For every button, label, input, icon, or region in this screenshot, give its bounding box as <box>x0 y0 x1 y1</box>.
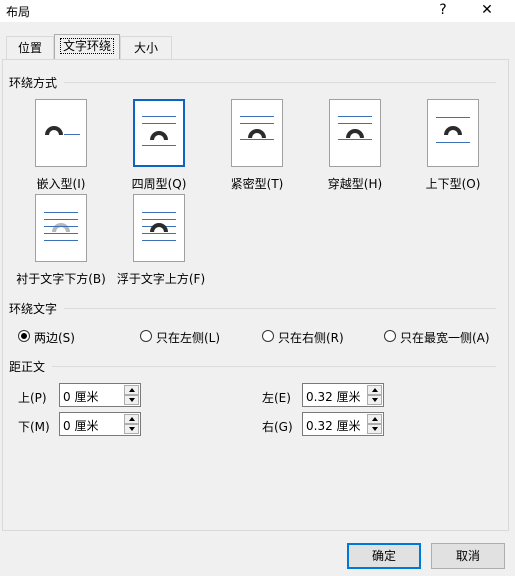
radio-left-only-label: 只在左侧(L) <box>156 331 221 345</box>
distance-top-value[interactable]: 0 厘米 <box>63 388 98 405</box>
wrap-option-top-bottom-label: 上下型(O) <box>425 177 481 191</box>
cancel-button[interactable]: 取消 <box>431 543 505 569</box>
close-icon: ✕ <box>481 2 493 18</box>
wrap-through-icon <box>329 99 381 167</box>
wrap-option-top-bottom[interactable] <box>427 99 479 167</box>
radio-left-only[interactable] <box>140 330 152 342</box>
distance-bottom-label: 下(M) <box>18 420 50 434</box>
ok-button[interactable]: 确定 <box>347 543 421 569</box>
distance-right-value[interactable]: 0.32 厘米 <box>306 417 361 434</box>
wrap-option-inline-label: 嵌入型(I) <box>36 177 86 191</box>
wrap-option-inline[interactable] <box>35 99 87 167</box>
distance-right-label: 右(G) <box>262 420 293 434</box>
spin-down-icon[interactable] <box>367 424 382 434</box>
spinner-buttons <box>367 385 382 405</box>
distance-header: 距正文 <box>9 360 46 374</box>
distance-bottom-value[interactable]: 0 厘米 <box>63 417 98 434</box>
wrap-option-behind[interactable] <box>35 194 87 262</box>
tab-size[interactable]: 大小 <box>120 36 172 60</box>
spin-down-icon[interactable] <box>367 395 382 405</box>
radio-largest-only-label: 只在最宽一侧(A) <box>400 331 490 345</box>
distance-right-spinner[interactable]: 0.32 厘米 <box>302 412 384 436</box>
tab-position-label: 位置 <box>17 41 42 55</box>
wrap-square-icon <box>133 99 185 167</box>
distance-left-label: 左(E) <box>262 391 291 405</box>
divider <box>52 366 496 367</box>
distance-top-spinner[interactable]: 0 厘米 <box>59 383 141 407</box>
wrap-option-behind-label: 衬于文字下方(B) <box>16 272 106 286</box>
radio-both-sides-label: 两边(S) <box>34 331 75 345</box>
spin-up-icon[interactable] <box>367 385 382 395</box>
radio-right-only-label: 只在右侧(R) <box>278 331 344 345</box>
tab-text-wrapping[interactable]: 文字环绕 <box>54 34 120 61</box>
radio-largest-only[interactable] <box>384 330 396 342</box>
spin-up-icon[interactable] <box>124 414 139 424</box>
spin-down-icon[interactable] <box>124 395 139 405</box>
spin-up-icon[interactable] <box>367 414 382 424</box>
divider <box>64 308 496 309</box>
distance-left-spinner[interactable]: 0.32 厘米 <box>302 383 384 407</box>
distance-left-value[interactable]: 0.32 厘米 <box>306 388 361 405</box>
wrap-behind-icon <box>35 194 87 262</box>
spinner-buttons <box>367 414 382 434</box>
spinner-buttons <box>124 385 139 405</box>
wrap-option-tight-label: 紧密型(T) <box>230 177 284 191</box>
wrap-tight-icon <box>231 99 283 167</box>
tab-size-label: 大小 <box>133 41 158 55</box>
close-button[interactable]: ✕ <box>472 0 502 22</box>
spin-down-icon[interactable] <box>124 424 139 434</box>
wrap-text-header: 环绕文字 <box>9 302 58 316</box>
radio-right-only[interactable] <box>262 330 274 342</box>
divider <box>64 82 496 83</box>
dialog-title: 布局 <box>6 5 31 19</box>
distance-top-label: 上(P) <box>18 391 47 405</box>
wrap-top-bottom-icon <box>427 99 479 167</box>
radio-both-sides[interactable] <box>18 330 30 342</box>
wrap-option-front-label: 浮于文字上方(F) <box>116 272 206 286</box>
wrap-inline-icon <box>35 99 87 167</box>
tab-text-wrapping-label: 文字环绕 <box>59 38 114 54</box>
wrap-option-front[interactable] <box>133 194 185 262</box>
help-button[interactable]: ? <box>428 0 458 22</box>
wrap-style-header: 环绕方式 <box>9 76 58 90</box>
wrap-option-tight[interactable] <box>231 99 283 167</box>
wrap-option-through[interactable] <box>329 99 381 167</box>
wrap-front-icon <box>133 194 185 262</box>
wrap-option-square[interactable] <box>133 99 185 167</box>
tab-position[interactable]: 位置 <box>6 36 54 60</box>
wrap-option-square-label: 四周型(Q) <box>131 177 187 191</box>
distance-bottom-spinner[interactable]: 0 厘米 <box>59 412 141 436</box>
spin-up-icon[interactable] <box>124 385 139 395</box>
spinner-buttons <box>124 414 139 434</box>
title-bar: 布局 ? ✕ <box>0 0 515 22</box>
wrap-option-through-label: 穿越型(H) <box>327 177 383 191</box>
